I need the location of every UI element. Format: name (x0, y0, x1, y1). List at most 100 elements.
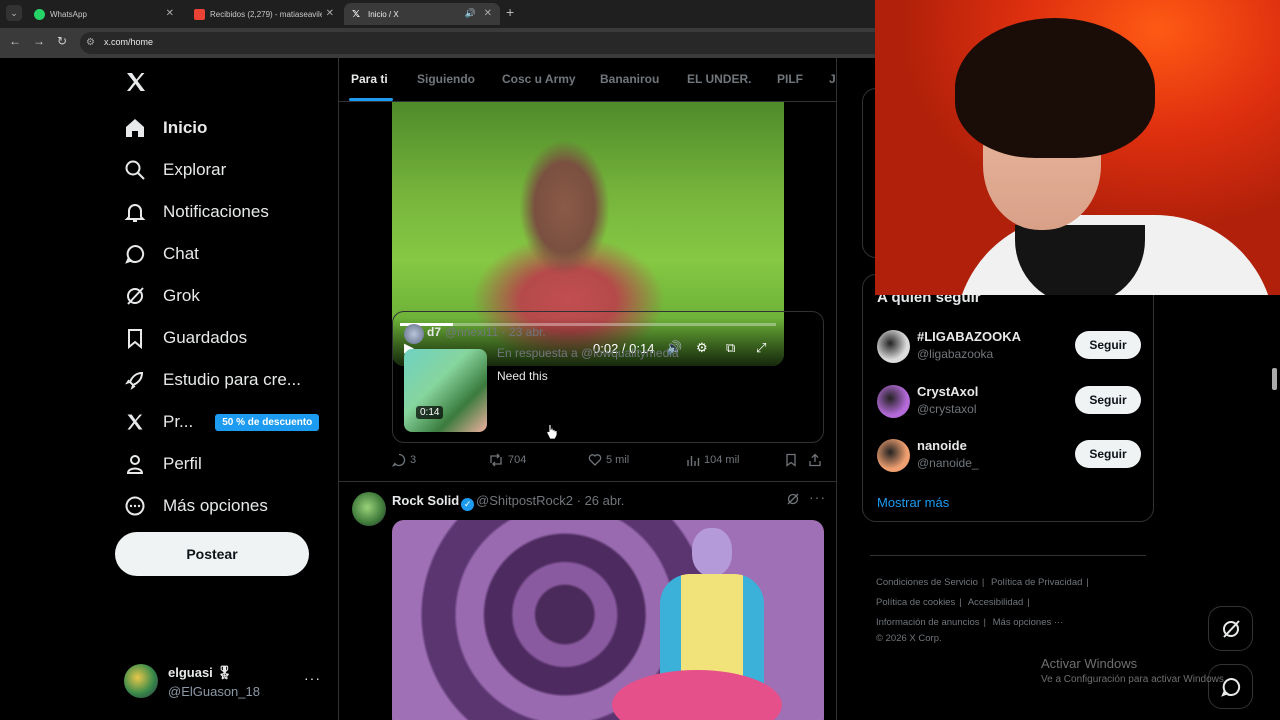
post-image[interactable] (392, 520, 824, 720)
follow-button[interactable]: Seguir (1075, 331, 1141, 359)
like-button[interactable]: 5 mil (588, 453, 629, 467)
nav-label: Chat (163, 244, 199, 263)
post-divider (339, 481, 836, 482)
bookmark-button[interactable] (784, 453, 802, 467)
account-handle: @ElGuason_18 (168, 684, 260, 699)
footer-links: Condiciones de Servicio | Política de Pri… (876, 573, 1156, 645)
follow-suggestion[interactable]: nanoide @nanoide_ Seguir (863, 434, 1153, 480)
tab-search-button[interactable]: ⌄ (6, 5, 22, 21)
tab-list[interactable]: PILF (777, 72, 803, 86)
share-icon (809, 453, 821, 467)
footer-link[interactable]: Política de Privacidad (991, 577, 1082, 588)
tab-gmail[interactable]: Recibidos (2,279) - matiaseavile ✕ (186, 3, 342, 25)
author-name-text: Rock Solid (392, 493, 460, 508)
reload-icon[interactable]: ↻ (57, 34, 67, 48)
tab-label: WhatsApp (50, 9, 87, 19)
nav-premium[interactable]: Pr... 50 % de descuento (124, 406, 320, 438)
grok-fab-button[interactable] (1208, 606, 1253, 651)
close-icon[interactable]: ✕ (166, 8, 174, 19)
reply-context: En respuesta a @lowqualitymedia (497, 346, 679, 360)
url-text: x.com/home (104, 37, 154, 47)
follow-button[interactable]: Seguir (1075, 440, 1141, 468)
footer-link[interactable]: Más opciones ··· (993, 617, 1064, 628)
separator: | (1027, 597, 1030, 608)
nav-more-options[interactable]: Más opciones (124, 490, 268, 522)
speaker-icon[interactable]: 🔊 (465, 8, 476, 19)
scrollbar[interactable] (1272, 368, 1277, 390)
forward-icon[interactable]: → (33, 34, 45, 48)
tab-for-you[interactable]: Para ti (351, 72, 388, 86)
watermark-title: Activar Windows (1041, 656, 1138, 671)
webcam-hair (955, 18, 1155, 158)
suggestion-name: CrystAxol (917, 384, 979, 399)
quoted-author-name: d7 (427, 325, 442, 339)
close-icon[interactable]: ✕ (326, 8, 334, 19)
nav-home[interactable]: Inicio (124, 112, 207, 144)
nav-label: Inicio (163, 118, 208, 137)
tab-x-home[interactable]: 𝕏 Inicio / X 🔊 ✕ (344, 3, 500, 25)
whatsapp-icon (34, 8, 45, 20)
more-icon[interactable]: ··· (304, 670, 321, 686)
avatar[interactable] (352, 492, 386, 526)
quoted-video-thumbnail[interactable]: 0:14 (404, 349, 487, 432)
nav-grok[interactable]: Grok (124, 280, 200, 312)
more-icon[interactable]: ··· (809, 489, 826, 505)
watermark-subtitle: Ve a Configuración para activar Windows. (1041, 674, 1227, 685)
new-tab-button[interactable]: + (506, 4, 514, 20)
timeline-tabs: Para ti Siguiendo Cosc u Army Bananirou … (339, 58, 836, 102)
grok-icon (1222, 619, 1240, 638)
nav-notifications[interactable]: Notificaciones (124, 196, 269, 228)
tab-list[interactable]: Cosc u Army (502, 72, 576, 86)
tab-list[interactable]: Bananirou (600, 72, 659, 86)
avatar (877, 385, 910, 418)
nav-bookmarks[interactable]: Guardados (124, 322, 247, 354)
site-info-icon[interactable]: ⚙ (86, 37, 95, 48)
nav-label: Pr... (163, 412, 194, 431)
footer-link[interactable]: Política de cookies (876, 597, 955, 608)
separator: | (959, 597, 962, 608)
follow-suggestion[interactable]: CrystAxol @crystaxol Seguir (863, 380, 1153, 426)
share-button[interactable] (808, 453, 826, 467)
nav-label: Estudio para cre... (163, 370, 301, 389)
close-icon[interactable]: ✕ (484, 8, 492, 19)
reply-icon (392, 453, 406, 467)
tab-list[interactable]: Jo (829, 72, 836, 86)
timeline: Para ti Siguiendo Cosc u Army Bananirou … (338, 58, 837, 720)
tab-list[interactable]: EL UNDER. (687, 72, 751, 86)
nav-profile[interactable]: Perfil (124, 448, 202, 480)
back-icon[interactable]: ← (9, 34, 21, 48)
account-name: elguasi 🎖 (168, 665, 233, 680)
quoted-text: Need this (497, 369, 548, 383)
post-author-name[interactable]: Rock Solid ✓ (392, 493, 475, 511)
views-button[interactable]: 104 mil (686, 453, 739, 467)
more-circle-icon (124, 495, 146, 517)
follow-suggestion[interactable]: #LIGABAZOOKA @ligabazooka Seguir (863, 325, 1153, 371)
avatar (877, 439, 910, 472)
footer-link[interactable]: Accesibilidad (968, 597, 1023, 608)
nav-explore[interactable]: Explorar (124, 154, 226, 186)
tab-label: Recibidos (2,279) - matiaseavile (210, 9, 322, 19)
tab-following[interactable]: Siguiendo (417, 72, 475, 86)
tab-whatsapp[interactable]: WhatsApp ✕ (26, 3, 182, 25)
chat-icon (124, 243, 146, 265)
follow-button[interactable]: Seguir (1075, 386, 1141, 414)
footer-link[interactable]: Condiciones de Servicio (876, 577, 978, 588)
reply-button[interactable]: 3 (392, 453, 416, 467)
heart-icon (588, 454, 602, 466)
grok-icon[interactable] (786, 492, 800, 511)
post-button[interactable]: Postear (115, 532, 309, 576)
nav-label: Más opciones (163, 496, 268, 515)
suggestion-handle: @ligabazooka (917, 347, 994, 361)
nav-creator-studio[interactable]: Estudio para cre... (124, 364, 301, 396)
nav-label: Explorar (163, 160, 227, 179)
repost-count: 704 (508, 454, 527, 466)
webcam-collar (1015, 225, 1145, 295)
quoted-post[interactable]: d7 @nnexi11 · 23 abr. 0:14 En respuesta … (392, 311, 824, 443)
x-logo-icon[interactable] (124, 70, 148, 99)
footer-link[interactable]: Información de anuncios (876, 617, 980, 628)
show-more-link[interactable]: Mostrar más (877, 495, 949, 510)
rocket-icon (124, 369, 146, 391)
account-switcher[interactable]: elguasi 🎖 @ElGuason_18 ··· (124, 662, 324, 702)
repost-button[interactable]: 704 (488, 453, 526, 467)
nav-chat[interactable]: Chat (124, 238, 199, 270)
